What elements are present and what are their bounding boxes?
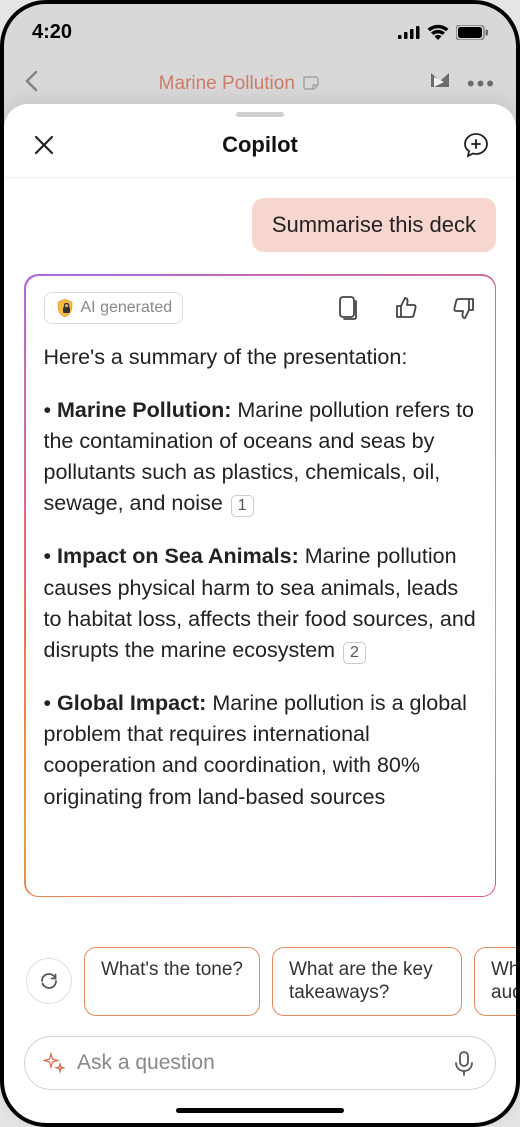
citation-chip[interactable]: 1	[231, 495, 254, 517]
status-time: 4:20	[32, 21, 72, 44]
shield-icon	[55, 298, 75, 318]
new-chat-button[interactable]	[460, 129, 492, 161]
thumbs-down-button[interactable]	[451, 295, 477, 321]
suggestion-chip[interactable]: What's the tone?	[84, 947, 260, 1017]
user-bubble: Summarise this deck	[252, 198, 496, 252]
sheet-grabber[interactable]	[236, 112, 284, 117]
battery-icon	[456, 25, 488, 40]
citation-chip[interactable]: 2	[343, 642, 366, 664]
user-message: Summarise this deck	[24, 198, 496, 252]
present-icon	[427, 71, 453, 98]
bullet-item: • Impact on Sea Animals: Marine pollutio…	[44, 541, 477, 666]
refresh-suggestions-button[interactable]	[26, 958, 72, 1004]
status-indicators	[398, 24, 488, 40]
ai-badge-label: AI generated	[81, 299, 173, 317]
copilot-sheet: Copilot Summarise this deck AI generated	[4, 104, 516, 1123]
bullet-item: • Global Impact: Marine pollution is a g…	[44, 688, 477, 813]
ai-generated-badge: AI generated	[44, 292, 184, 324]
bullet-item: • Marine Pollution: Marine pollution ref…	[44, 395, 477, 520]
status-bar: 4:20	[4, 4, 516, 60]
microphone-button[interactable]	[453, 1051, 477, 1075]
chat-input[interactable]: Ask a question	[24, 1036, 496, 1090]
document-title: Marine Pollution	[62, 73, 417, 95]
summary-intro: Here's a summary of the presentation:	[44, 342, 477, 373]
copy-button[interactable]	[335, 295, 361, 321]
background-app-header: Marine Pollution •••	[4, 60, 516, 108]
sheet-title: Copilot	[222, 132, 298, 158]
sparkle-icon	[43, 1052, 65, 1074]
suggestions-row: What's the tone? What are the key takeaw…	[4, 933, 516, 1031]
home-indicator[interactable]	[176, 1108, 344, 1113]
more-icon: •••	[467, 71, 496, 97]
ai-response-card: AI generated He	[24, 274, 496, 897]
close-button[interactable]	[28, 129, 60, 161]
wifi-icon	[427, 24, 449, 40]
back-icon	[24, 70, 52, 98]
suggestion-chip[interactable]: What are the key takeaways?	[272, 947, 462, 1017]
input-placeholder: Ask a question	[77, 1051, 441, 1075]
thumbs-up-button[interactable]	[393, 295, 419, 321]
ai-response-text: Here's a summary of the presentation: • …	[44, 342, 477, 813]
suggestion-chip[interactable]: Who's the audience?	[474, 947, 516, 1017]
cellular-icon	[398, 25, 420, 39]
